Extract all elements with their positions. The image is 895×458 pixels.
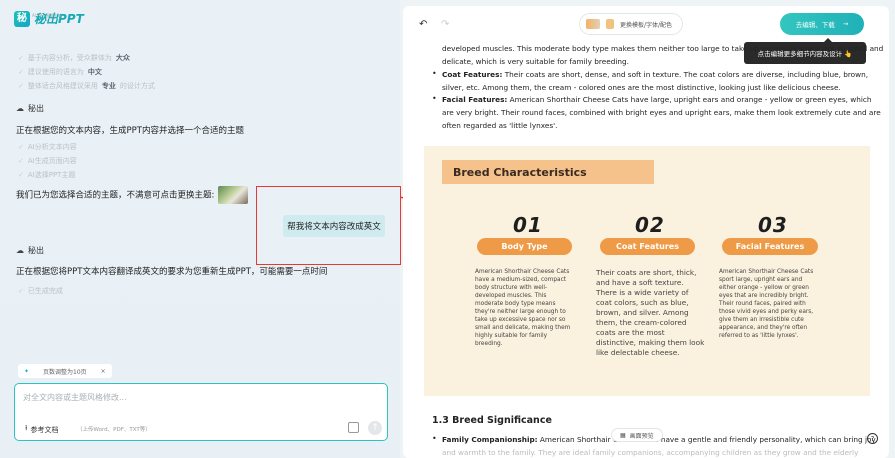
bullet-icon: • [432, 434, 437, 443]
column-heading: Coat Features [600, 238, 695, 255]
slide-preview[interactable]: Breed Characteristics 01 Body Type Ameri… [424, 146, 870, 396]
requirement-audience: ✓ 基于内容分析，受众群体为 大众 [18, 54, 130, 62]
theme-thumbnail[interactable] [218, 186, 249, 204]
prompt-input-box[interactable]: ⭱ 参考文档 （上传Word、PDF、TXT等） ↑ [14, 383, 388, 441]
bot-label: ☁ 秘出 [16, 246, 44, 255]
redo-button[interactable]: ↷ [441, 19, 449, 30]
edit-download-button[interactable]: 去编辑、下载 → [780, 13, 864, 35]
step-item: ✓ AI分析文本内容 [18, 143, 77, 151]
column-number: 02 [635, 213, 665, 237]
logo-subtitle: AI PPT 智能生成 [32, 13, 62, 18]
bot-icon: ☁ [16, 104, 24, 113]
arrow-right-icon: → [842, 20, 849, 28]
coat-features-paragraph: Coat Features: Their coats are short, de… [442, 70, 869, 92]
reference-doc-button[interactable]: ⭱ 参考文档 [25, 424, 58, 435]
bot-message: 正在根据您的文本内容，生成PPT内容并选择一个合适的主题 [16, 126, 244, 136]
help-icon[interactable]: ? [867, 433, 878, 444]
requirement-language: ✓ 建议使用的语言为 中文 [18, 68, 102, 76]
template-thumb-icon [586, 19, 600, 29]
facial-features-paragraph: Facial Features: American Shorthair Chee… [442, 95, 881, 130]
reference-doc-hint: （上传Word、PDF、TXT等） [77, 427, 151, 433]
check-icon: ✓ [18, 171, 24, 179]
chat-panel: 秘 秘出PPT AI PPT 智能生成 ✓ 基于内容分析，受众群体为 大众 ✓ … [0, 0, 401, 458]
user-message-bubble: 帮我将文本内容改成英文 [283, 215, 385, 237]
theme-message: 我们已为您选择合适的主题，不满意可点击更换主题: [16, 186, 249, 204]
column-number: 01 [513, 213, 543, 237]
step-item: ✓ AI选择PPT主题 [18, 171, 76, 179]
column-body: Their coats are short, thick, and have a… [596, 268, 705, 357]
sparkle-icon: ✦ [24, 367, 30, 375]
chip-close-icon[interactable]: × [101, 368, 106, 375]
bullet-icon: • [432, 69, 437, 78]
column-heading: Facial Features [722, 238, 818, 255]
bot-icon: ☁ [16, 246, 24, 255]
logo-mark-icon: 秘 [14, 10, 30, 27]
check-icon: ✓ [18, 287, 24, 295]
check-icon: ✓ [18, 82, 24, 90]
send-button[interactable]: ↑ [368, 421, 382, 435]
undo-button[interactable]: ↶ [419, 19, 427, 30]
section-heading: 1.3 Breed Significance [432, 415, 552, 426]
check-icon: ✓ [18, 157, 24, 165]
change-template-button[interactable]: 更换模板/字体/配色 [579, 13, 684, 35]
slide-title-banner-tail [642, 160, 654, 184]
preview-toggle-button[interactable]: ▦ 画面预览 [611, 428, 663, 442]
page-count-chip[interactable]: ✦ 页数调整为10页 × [18, 364, 112, 378]
column-heading: Body Type [477, 238, 572, 255]
check-icon: ✓ [18, 143, 24, 151]
slide-title: Breed Characteristics [453, 165, 587, 179]
bullet-icon: • [432, 94, 437, 103]
settings-icon[interactable] [348, 422, 359, 433]
check-icon: ✓ [18, 68, 24, 76]
upload-icon: ⭱ [25, 424, 28, 432]
check-icon: ✓ [18, 54, 24, 62]
column-number: 03 [758, 213, 788, 237]
step-item: ✓ AI生成页面内容 [18, 157, 77, 165]
requirement-style: ✓ 整体适合风格建议采用 专业 的设计方式 [18, 82, 155, 90]
column-body: American Shorthair Cheese Cats have a me… [475, 269, 571, 347]
bot-message: 正在根据您将PPT文本内容翻译成英文的要求为您重新生成PPT，可能需要一点时间 [16, 267, 328, 277]
preview-panel: ↶ ↷ 更换模板/字体/配色 去编辑、下载 → 点击编辑更多细节内容及设计 👆 … [403, 6, 889, 458]
bot-label: ☁ 秘出 [16, 104, 44, 113]
template-thumb-icon [606, 19, 614, 29]
doc-paragraph: developed muscles. This moderate body ty… [442, 44, 884, 66]
step-item: ✓ 已生成完成 [18, 287, 63, 295]
column-body: American Shorthair Cheese Cats sport lar… [719, 269, 814, 339]
prompt-input[interactable] [23, 392, 373, 410]
grid-icon: ▦ [620, 431, 626, 439]
